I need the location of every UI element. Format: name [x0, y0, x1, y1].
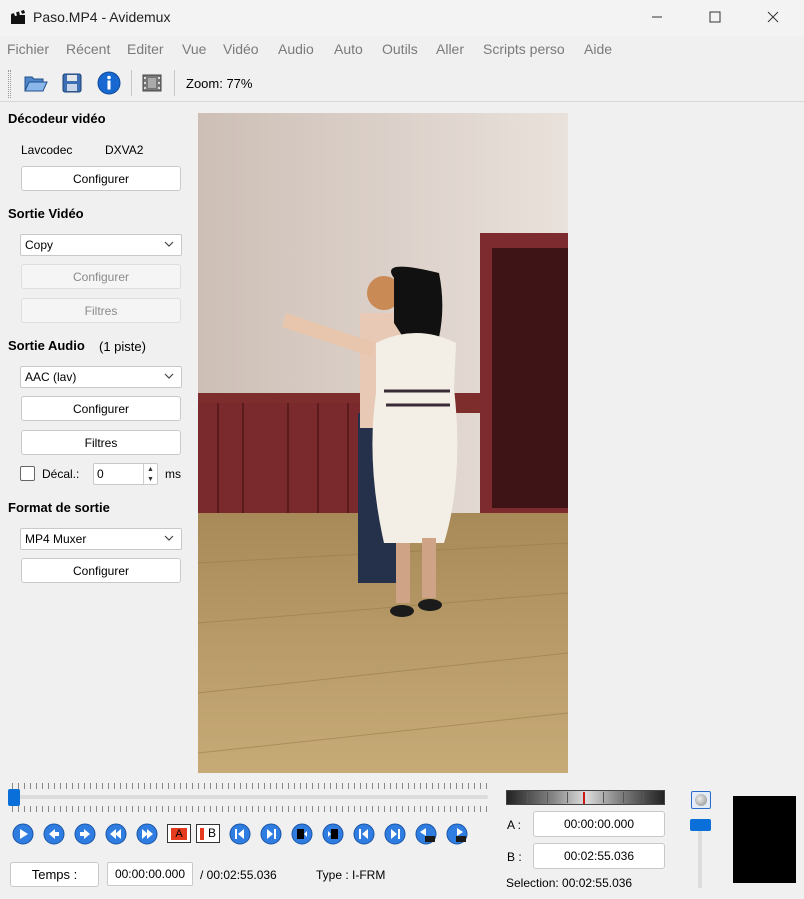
- previous-keyframe-icon[interactable]: [105, 823, 127, 845]
- marker-a-label: A: [171, 828, 187, 840]
- volume-slider-handle[interactable]: [690, 819, 711, 831]
- toolbar-grip[interactable]: [8, 70, 11, 98]
- audio-configure-button[interactable]: Configurer: [21, 396, 181, 421]
- audio-shift-unit: ms: [165, 467, 181, 481]
- menu-aide[interactable]: Aide: [584, 41, 612, 57]
- timeline-slider-handle[interactable]: [8, 789, 20, 806]
- menu-audio[interactable]: Audio: [278, 41, 314, 57]
- minimize-icon: [652, 16, 662, 18]
- toolbar: Zoom: 77%: [0, 64, 804, 102]
- play-icon[interactable]: [12, 823, 34, 845]
- spin-up-icon[interactable]: ▲: [144, 464, 157, 474]
- toolbar-separator: [174, 70, 175, 96]
- decoder-accel: DXVA2: [105, 143, 144, 157]
- maximize-button[interactable]: [686, 0, 744, 34]
- set-marker-b-button[interactable]: B: [196, 824, 220, 843]
- window-title: Paso.MP4 - Avidemux: [33, 9, 171, 25]
- info-icon[interactable]: [96, 70, 122, 96]
- selection-duration: Selection: 00:02:55.036: [506, 876, 633, 890]
- backward-60s-icon[interactable]: [415, 823, 437, 845]
- chevron-down-icon: [164, 241, 174, 247]
- next-keyframe-icon[interactable]: [136, 823, 158, 845]
- frame-type: Type : I-FRM: [316, 868, 386, 882]
- clapperboard-icon: [11, 10, 25, 24]
- menu-auto[interactable]: Auto: [334, 41, 363, 57]
- maximize-icon: [709, 11, 721, 23]
- audio-meter: [506, 790, 665, 805]
- next-frame-icon[interactable]: [74, 823, 96, 845]
- chevron-down-icon: [164, 373, 174, 379]
- menu-video[interactable]: Vidéo: [223, 41, 259, 57]
- menu-bar: Fichier Récent Editer Vue Vidéo Audio Au…: [0, 36, 804, 63]
- audio-filters-button[interactable]: Filtres: [21, 430, 181, 455]
- marker-a-prefix: A :: [507, 818, 522, 832]
- video-frame-image: [198, 113, 568, 773]
- audio-shift-checkbox[interactable]: [20, 466, 35, 481]
- audio-shift-spinbox[interactable]: 0 ▲ ▼: [93, 463, 158, 485]
- goto-first-frame-icon[interactable]: [353, 823, 375, 845]
- output-format-value: MP4 Muxer: [25, 532, 87, 546]
- menu-editer[interactable]: Editer: [127, 41, 164, 57]
- marker-b-time: 00:02:55.036: [533, 843, 665, 869]
- minimize-button[interactable]: [628, 0, 686, 34]
- marker-b-label: B: [208, 826, 217, 840]
- close-icon: [767, 11, 779, 23]
- mini-preview: [733, 796, 796, 883]
- marker-b-flag: [200, 828, 204, 840]
- timeline-ticks-top: [12, 783, 488, 789]
- menu-scripts-perso[interactable]: Scripts perso: [483, 41, 565, 57]
- output-format-select[interactable]: MP4 Muxer: [20, 528, 182, 550]
- goto-marker-a-icon[interactable]: [229, 823, 251, 845]
- menu-recent[interactable]: Récent: [66, 41, 110, 57]
- video-preview: [198, 113, 568, 773]
- zoom-label: Zoom: 77%: [186, 76, 253, 91]
- set-marker-a-button[interactable]: A: [167, 824, 191, 843]
- decoder-codec: Lavcodec: [21, 143, 73, 157]
- decoder-configure-button[interactable]: Configurer: [21, 166, 181, 191]
- audio-codec-value: AAC (lav): [25, 370, 77, 384]
- forward-60s-icon[interactable]: [446, 823, 468, 845]
- menu-outils[interactable]: Outils: [382, 41, 418, 57]
- speaker-icon: [695, 794, 707, 806]
- audio-shift-label: Décal.:: [42, 467, 80, 481]
- audio-shift-value: 0: [97, 467, 104, 481]
- audio-codec-select[interactable]: AAC (lav): [20, 366, 182, 388]
- video-configure-button[interactable]: Configurer: [21, 264, 181, 289]
- format-configure-button[interactable]: Configurer: [21, 558, 181, 583]
- decoder-title: Décodeur vidéo: [8, 111, 106, 126]
- time-button[interactable]: Temps :: [10, 862, 99, 887]
- marker-b-prefix: B :: [507, 850, 522, 864]
- timeline-ticks-bottom: [12, 806, 488, 812]
- film-icon[interactable]: [139, 70, 165, 96]
- video-codec-select[interactable]: Copy: [20, 234, 182, 256]
- previous-black-frame-icon[interactable]: [291, 823, 313, 845]
- chevron-down-icon: [164, 535, 174, 541]
- goto-last-frame-icon[interactable]: [384, 823, 406, 845]
- audio-meter-marker: [583, 792, 585, 804]
- audio-output-title: Sortie Audio: [8, 338, 85, 353]
- video-filters-button[interactable]: Filtres: [21, 298, 181, 323]
- timeline-slider-track[interactable]: [12, 795, 488, 799]
- output-format-title: Format de sortie: [8, 500, 110, 515]
- open-folder-icon[interactable]: [22, 70, 48, 96]
- previous-frame-icon[interactable]: [43, 823, 65, 845]
- menu-aller[interactable]: Aller: [436, 41, 464, 57]
- spin-down-icon[interactable]: ▼: [144, 474, 157, 484]
- save-icon[interactable]: [59, 70, 85, 96]
- menu-vue[interactable]: Vue: [182, 41, 206, 57]
- title-bar: Paso.MP4 - Avidemux: [0, 0, 804, 36]
- audio-track-count: (1 piste): [99, 339, 146, 354]
- toolbar-separator: [131, 70, 132, 96]
- volume-toggle-button[interactable]: [691, 791, 711, 809]
- total-duration: / 00:02:55.036: [200, 868, 277, 882]
- spin-buttons: ▲ ▼: [143, 464, 157, 484]
- goto-marker-b-icon[interactable]: [260, 823, 282, 845]
- video-output-title: Sortie Vidéo: [8, 206, 84, 221]
- marker-a-time: 00:00:00.000: [533, 811, 665, 837]
- video-codec-value: Copy: [25, 238, 54, 252]
- close-button[interactable]: [744, 0, 802, 34]
- current-time-field[interactable]: 00:00:00.000: [107, 862, 193, 886]
- next-black-frame-icon[interactable]: [322, 823, 344, 845]
- menu-fichier[interactable]: Fichier: [7, 41, 49, 57]
